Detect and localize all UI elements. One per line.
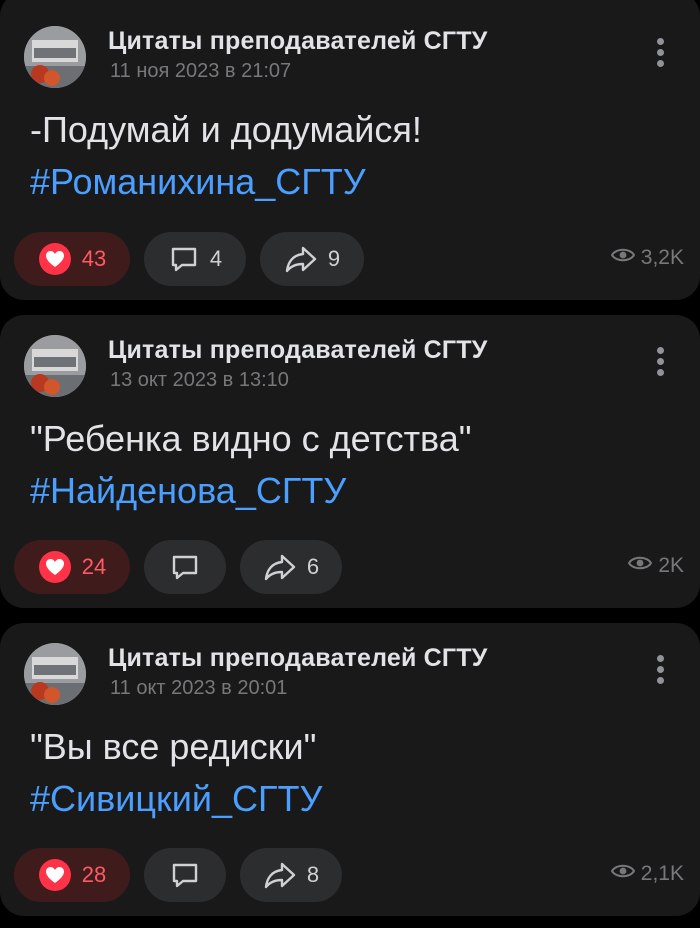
post-text: "Ребенка видно с детства" #Найденова_СГТ… (30, 413, 670, 517)
eye-icon (610, 246, 635, 270)
views-count: 2,1K (640, 862, 684, 885)
avatar[interactable] (24, 643, 86, 705)
like-count: 43 (81, 246, 107, 271)
share-button[interactable]: 6 (240, 540, 342, 594)
heart-icon (38, 550, 72, 584)
views-counter: 2K (628, 554, 684, 578)
eye-icon (628, 554, 653, 578)
post-date[interactable]: 11 ноя 2023 в 21:07 (110, 60, 291, 83)
post-quote: "Вы все редиски" (30, 726, 317, 767)
post-date[interactable]: 11 окт 2023 в 20:01 (110, 677, 287, 700)
post-card: Цитаты преподавателей СГТУ 13 окт 2023 в… (0, 315, 700, 608)
views-count: 2K (658, 554, 684, 577)
share-icon (284, 243, 318, 275)
share-count: 9 (327, 246, 341, 271)
post-quote: -Подумай и додумайся! (30, 109, 422, 150)
like-button[interactable]: 24 (14, 540, 130, 594)
post-text: "Вы все редиски" #Сивицкий_СГТУ (30, 721, 670, 825)
avatar[interactable] (24, 26, 86, 88)
heart-icon (38, 242, 72, 276)
like-count: 28 (81, 862, 107, 887)
post-card: Цитаты преподавателей СГТУ 11 окт 2023 в… (0, 623, 700, 916)
share-count: 6 (306, 554, 320, 579)
like-button[interactable]: 43 (14, 232, 130, 286)
more-vertical-icon[interactable] (654, 655, 666, 687)
post-header: Цитаты преподавателей СГТУ 13 окт 2023 в… (24, 335, 676, 397)
hashtag-link[interactable]: #Сивицкий_СГТУ (30, 773, 670, 825)
share-icon (263, 551, 297, 583)
post-quote: "Ребенка видно с детства" (30, 418, 472, 459)
views-counter: 2,1K (610, 862, 684, 886)
avatar[interactable] (24, 335, 86, 397)
share-button[interactable]: 8 (240, 848, 342, 902)
views-counter: 3,2K (610, 246, 684, 270)
post-card: Цитаты преподавателей СГТУ 11 ноя 2023 в… (0, 0, 700, 300)
post-actions: 43 4 9 3,2K (14, 232, 686, 286)
more-vertical-icon[interactable] (654, 38, 666, 70)
share-button[interactable]: 9 (260, 232, 364, 286)
views-count: 3,2K (640, 246, 684, 269)
author-name[interactable]: Цитаты преподавателей СГТУ (108, 336, 488, 365)
heart-icon (38, 858, 72, 892)
post-header: Цитаты преподавателей СГТУ 11 окт 2023 в… (24, 643, 676, 705)
comment-icon (168, 243, 200, 275)
post-actions: 24 6 2K (14, 540, 686, 594)
comment-button[interactable] (144, 540, 226, 594)
author-name[interactable]: Цитаты преподавателей СГТУ (108, 27, 488, 56)
hashtag-link[interactable]: #Найденова_СГТУ (30, 465, 670, 517)
like-button[interactable]: 28 (14, 848, 130, 902)
eye-icon (610, 862, 635, 886)
post-header: Цитаты преподавателей СГТУ 11 ноя 2023 в… (24, 26, 676, 88)
feed: Цитаты преподавателей СГТУ 11 ноя 2023 в… (0, 0, 700, 928)
post-actions: 28 8 2,1K (14, 848, 686, 902)
share-icon (263, 859, 297, 891)
comment-icon (169, 551, 201, 583)
like-count: 24 (81, 554, 107, 579)
comment-button[interactable] (144, 848, 226, 902)
author-name[interactable]: Цитаты преподавателей СГТУ (108, 644, 488, 673)
share-count: 8 (306, 862, 320, 887)
more-vertical-icon[interactable] (654, 347, 666, 379)
comment-count: 4 (209, 246, 223, 271)
post-text: -Подумай и додумайся! #Романихина_СГТУ (30, 104, 670, 208)
hashtag-link[interactable]: #Романихина_СГТУ (30, 156, 670, 208)
post-date[interactable]: 13 окт 2023 в 13:10 (110, 369, 289, 392)
comment-button[interactable]: 4 (144, 232, 246, 286)
comment-icon (169, 859, 201, 891)
